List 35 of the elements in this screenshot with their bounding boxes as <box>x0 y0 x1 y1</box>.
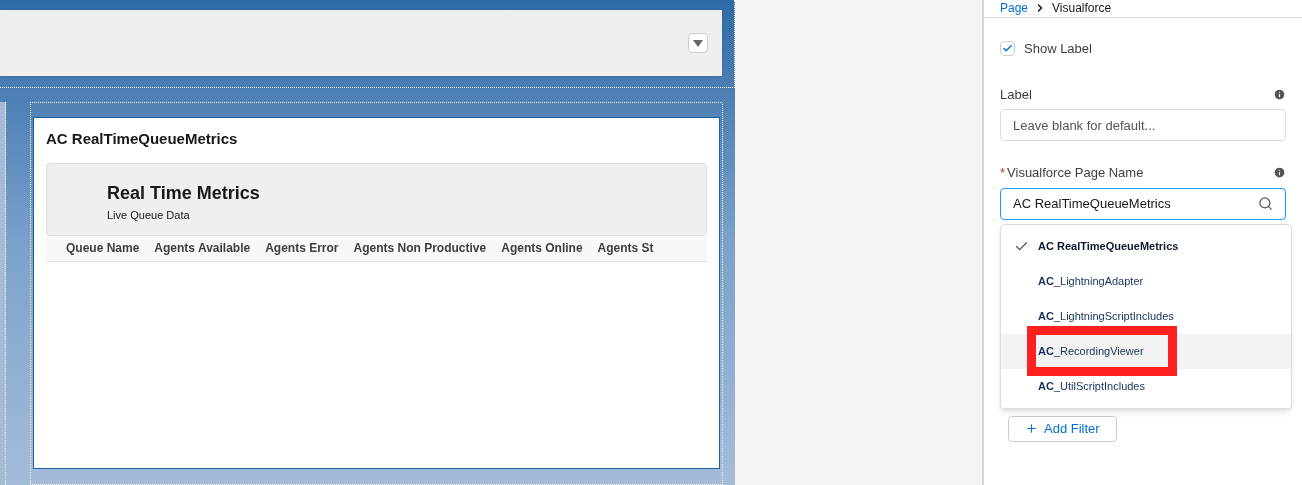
required-asterisk: * <box>1000 165 1006 180</box>
column-header[interactable]: Agents Non Productive <box>353 239 487 257</box>
option-label: AC_UtilScriptIncludes <box>1038 379 1145 395</box>
search-icon <box>1258 196 1273 211</box>
dropdown-button[interactable] <box>688 33 708 53</box>
field-label: Label <box>1000 85 1032 104</box>
page-name-field[interactable]: AC RealTimeQueueMetrics <box>1000 187 1286 220</box>
component-title: AC RealTimeQueueMetrics <box>46 129 239 149</box>
checkbox[interactable] <box>1000 41 1015 57</box>
field-value: AC RealTimeQueueMetrics <box>1013 194 1171 213</box>
add-filter-button[interactable]: Add Filter <box>1008 415 1117 442</box>
option-item[interactable]: AC RealTimeQueueMetrics <box>1001 229 1291 264</box>
breadcrumb-link[interactable]: Page <box>1000 1 1029 15</box>
metrics-subtitle: Live Queue Data <box>107 207 191 223</box>
option-label: AC RealTimeQueueMetrics <box>1038 239 1179 255</box>
column-header[interactable]: Agents St <box>597 239 654 257</box>
checkbox-label: Show Label <box>1024 40 1092 58</box>
metrics-title: Real Time Metrics <box>107 181 261 205</box>
plus-icon <box>1025 422 1038 435</box>
column-header[interactable]: Agents Online <box>501 239 583 257</box>
option-item[interactable]: AC_LightningScriptIncludes <box>1001 299 1291 334</box>
option-label: AC_LightningScriptIncludes <box>1038 309 1174 325</box>
option-label: AC_LightningAdapter <box>1038 274 1144 290</box>
option-label: AC_RecordingViewer <box>1038 344 1144 360</box>
column-header[interactable]: Agents Available <box>154 239 251 257</box>
option-item[interactable]: AC_LightningAdapter <box>1001 264 1291 299</box>
label-input[interactable]: Leave blank for default... <box>1000 109 1286 141</box>
field-label-text: Visualforce Page Name <box>1007 165 1144 180</box>
info-icon <box>1273 87 1286 101</box>
breadcrumb-current: Visualforce <box>1052 1 1112 15</box>
caret-icon <box>693 39 703 47</box>
option-item[interactable]: AC_UtilScriptIncludes <box>1001 369 1291 404</box>
column-header[interactable]: Agents Error <box>265 239 339 257</box>
column-header[interactable]: Queue Name <box>66 239 140 257</box>
info-icon <box>1273 166 1286 180</box>
